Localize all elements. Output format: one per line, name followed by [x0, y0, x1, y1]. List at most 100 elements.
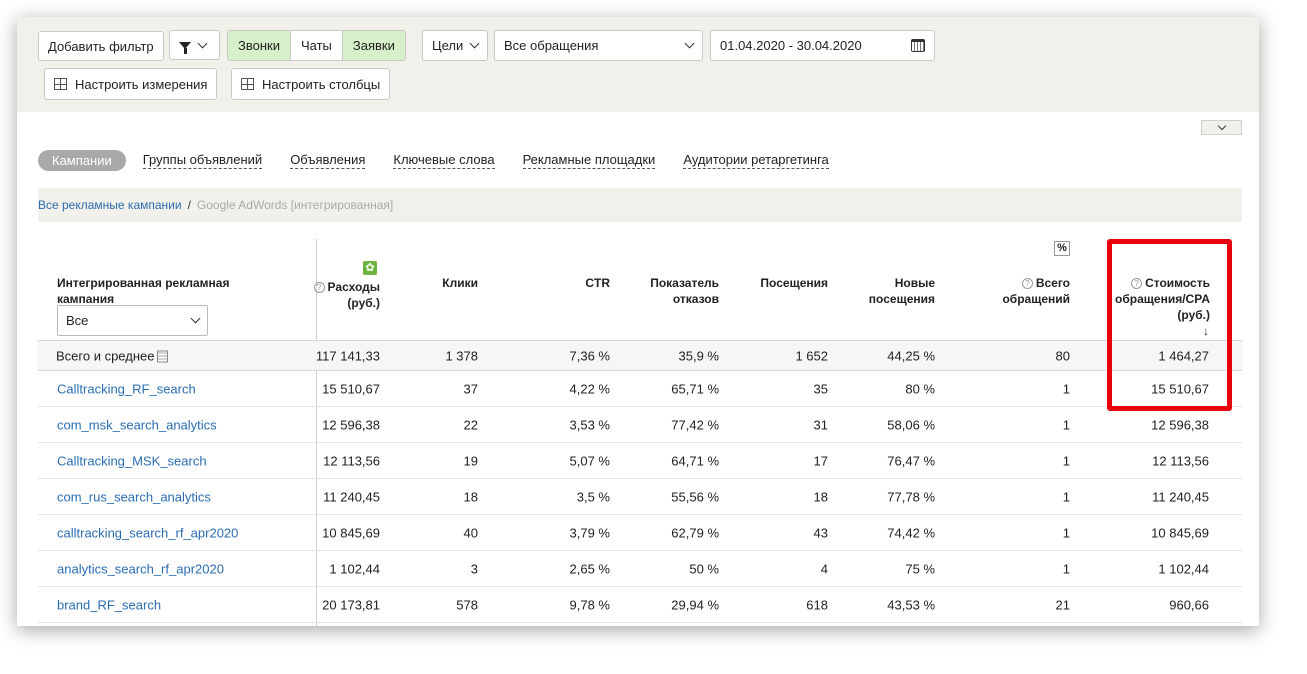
header-visits[interactable]: Посещения — [738, 275, 828, 291]
gear-icon[interactable]: ✿ — [363, 261, 377, 275]
cell-spend: 11 240,45 — [323, 489, 380, 504]
cell-spend: 15 510,67 — [322, 381, 380, 396]
breadcrumb-root-link[interactable]: Все рекламные кампании — [38, 198, 182, 212]
header-bounce-rate[interactable]: Показатель отказов — [638, 275, 719, 307]
tab-campaigns[interactable]: Кампании — [38, 150, 126, 171]
cell-ctr: 4,22 % — [569, 381, 610, 396]
calendar-icon — [911, 39, 925, 52]
campaign-link[interactable]: brand_RF_search — [57, 597, 161, 612]
cell-bounce: 62,79 % — [671, 525, 719, 540]
header-cpa[interactable]: ? Стоимость обращения/CPA (руб.) ↓ — [1108, 275, 1210, 339]
cell-clicks: 22 — [463, 417, 478, 432]
percent-toggle-button[interactable]: % — [1054, 241, 1070, 256]
add-filter-button[interactable]: Добавить фильтр — [38, 31, 164, 61]
campaign-name: com_rus_search_analytics — [57, 489, 211, 504]
table-row: com_msk_search_analytics 12 596,38 22 3,53 … — [38, 407, 1242, 443]
cell-requests: 1 — [1062, 381, 1070, 396]
date-range-value: 01.04.2020 - 30.04.2020 — [720, 38, 862, 53]
tab-retargeting-audiences[interactable]: Аудитории ретаргетинга — [683, 152, 829, 169]
tab-placements[interactable]: Рекламные площадки — [522, 152, 656, 169]
cell-requests: 1 — [1062, 489, 1070, 504]
campaign-link[interactable]: com_msk_search_analytics — [57, 417, 217, 432]
channel-segmented-control: Звонки Чаты Заявки — [227, 30, 406, 61]
header-spend[interactable]: ? Расходы (руб.) — [308, 279, 380, 311]
cell-spend: 12 113,56 — [323, 453, 380, 468]
cell-new-visits: 75 % — [905, 561, 935, 576]
cell-requests: 1 — [1062, 453, 1070, 468]
cell-visits: 35 — [813, 381, 828, 396]
requests-select[interactable]: Все обращения — [494, 30, 703, 61]
table-header: Интегрированная рекламная кампания Все ✿… — [38, 239, 1242, 341]
sort-desc-icon[interactable]: ↓ — [1108, 323, 1209, 339]
help-icon[interactable]: ? — [1131, 278, 1143, 289]
campaign-link[interactable]: analytics_search_rf_apr2020 — [57, 561, 224, 576]
header-cpa-label: Стоимость обращения/CPA (руб.) — [1115, 276, 1210, 322]
breadcrumb-current: Google AdWords [интегрированная] — [196, 198, 394, 212]
configure-columns-button[interactable]: Настроить столбцы — [231, 68, 391, 100]
cell-ctr: 5,07 % — [569, 453, 610, 468]
cell-cpa: 15 510,67 — [1151, 381, 1209, 396]
campaign-link[interactable]: Calltracking_MSK_search — [57, 453, 207, 468]
header-new-visits[interactable]: Новые посещения — [855, 275, 935, 307]
table-row: Calltracking_MSK_search 12 113,56 19 5,07 %… — [38, 443, 1242, 479]
goals-dropdown[interactable]: Цели — [422, 30, 489, 61]
table-row: Calltracking_RF_search 15 510,67 37 4,22 % 6… — [38, 371, 1242, 407]
cell-requests: 1 — [1062, 417, 1070, 432]
configure-columns-label: Настроить столбцы — [262, 76, 381, 92]
header-total-requests-label: Всего обращений — [1002, 276, 1070, 306]
configure-dimensions-button[interactable]: Настроить измерения — [44, 68, 218, 100]
segment-chats[interactable]: Чаты — [290, 31, 343, 60]
segment-calls[interactable]: Звонки — [228, 31, 291, 60]
cell-ctr: 9,78 % — [569, 597, 610, 612]
help-icon[interactable]: ? — [1021, 278, 1033, 289]
calculator-icon[interactable] — [157, 350, 169, 362]
chevron-down-icon — [469, 38, 480, 49]
help-icon[interactable]: ? — [313, 282, 325, 293]
cell-spend: 12 596,38 — [322, 417, 380, 432]
cell-bounce: 55,56 % — [671, 489, 719, 504]
campaign-link[interactable]: calltracking_search_rf_apr2020 — [57, 525, 238, 540]
cell-ctr: 3,5 % — [576, 489, 610, 504]
header-ctr[interactable]: CTR — [538, 275, 610, 291]
cell-spend: 10 845,69 — [322, 525, 380, 540]
cell-clicks: 1 378 — [445, 348, 478, 363]
date-range-picker[interactable]: 01.04.2020 - 30.04.2020 — [710, 30, 935, 61]
chevron-down-icon — [684, 38, 695, 49]
collapse-toolbar-button[interactable] — [1201, 120, 1242, 135]
cell-ctr: 7,36 % — [569, 348, 610, 363]
header-total-requests[interactable]: ? Всего обращений — [988, 275, 1070, 307]
filter-menu-button[interactable] — [169, 30, 220, 60]
cell-new-visits: 74,42 % — [887, 525, 935, 540]
segment-requests[interactable]: Заявки — [342, 31, 405, 60]
configure-dimensions-label: Настроить измерения — [75, 76, 208, 92]
header-campaign[interactable]: Интегрированная рекламная кампания — [57, 275, 257, 307]
cell-requests: 21 — [1055, 597, 1070, 612]
cell-clicks: 37 — [463, 381, 478, 396]
cell-spend: 1 102,44 — [329, 561, 380, 576]
cell-visits: 17 — [813, 453, 828, 468]
cell-requests: 1 — [1062, 561, 1070, 576]
cell-visits: 18 — [813, 489, 828, 504]
campaign-name: brand_RF_search — [57, 597, 162, 612]
tab-ads[interactable]: Объявления — [290, 152, 366, 169]
campaign-link[interactable]: com_rus_search_analytics — [57, 489, 211, 504]
cell-requests: 80 — [1055, 348, 1070, 363]
cell-new-visits: 77,78 % — [887, 489, 935, 504]
campaign-name: Calltracking_MSK_search — [57, 453, 207, 468]
breadcrumb: Все рекламные кампании / Google AdWords … — [38, 188, 1242, 222]
funnel-icon — [179, 41, 191, 54]
header-clicks[interactable]: Клики — [418, 275, 478, 291]
cell-visits: 43 — [813, 525, 828, 540]
tab-ad-groups[interactable]: Группы объявлений — [142, 152, 263, 169]
cell-new-visits: 43,53 % — [887, 597, 935, 612]
grid-icon — [54, 78, 67, 90]
table-row: brand_RF_search 20 173,81 578 9,78 % 29,94 %… — [38, 587, 1242, 623]
cell-visits: 31 — [813, 417, 828, 432]
cell-cpa: 1 464,27 — [1158, 348, 1209, 363]
tab-keywords[interactable]: Ключевые слова — [393, 152, 495, 169]
campaign-name: Calltracking_RF_search — [57, 381, 196, 396]
campaign-filter-select[interactable]: Все — [57, 305, 208, 336]
campaign-link[interactable]: Calltracking_RF_search — [57, 381, 196, 396]
cell-cpa: 12 596,38 — [1151, 417, 1209, 432]
cell-bounce: 29,94 % — [671, 597, 719, 612]
